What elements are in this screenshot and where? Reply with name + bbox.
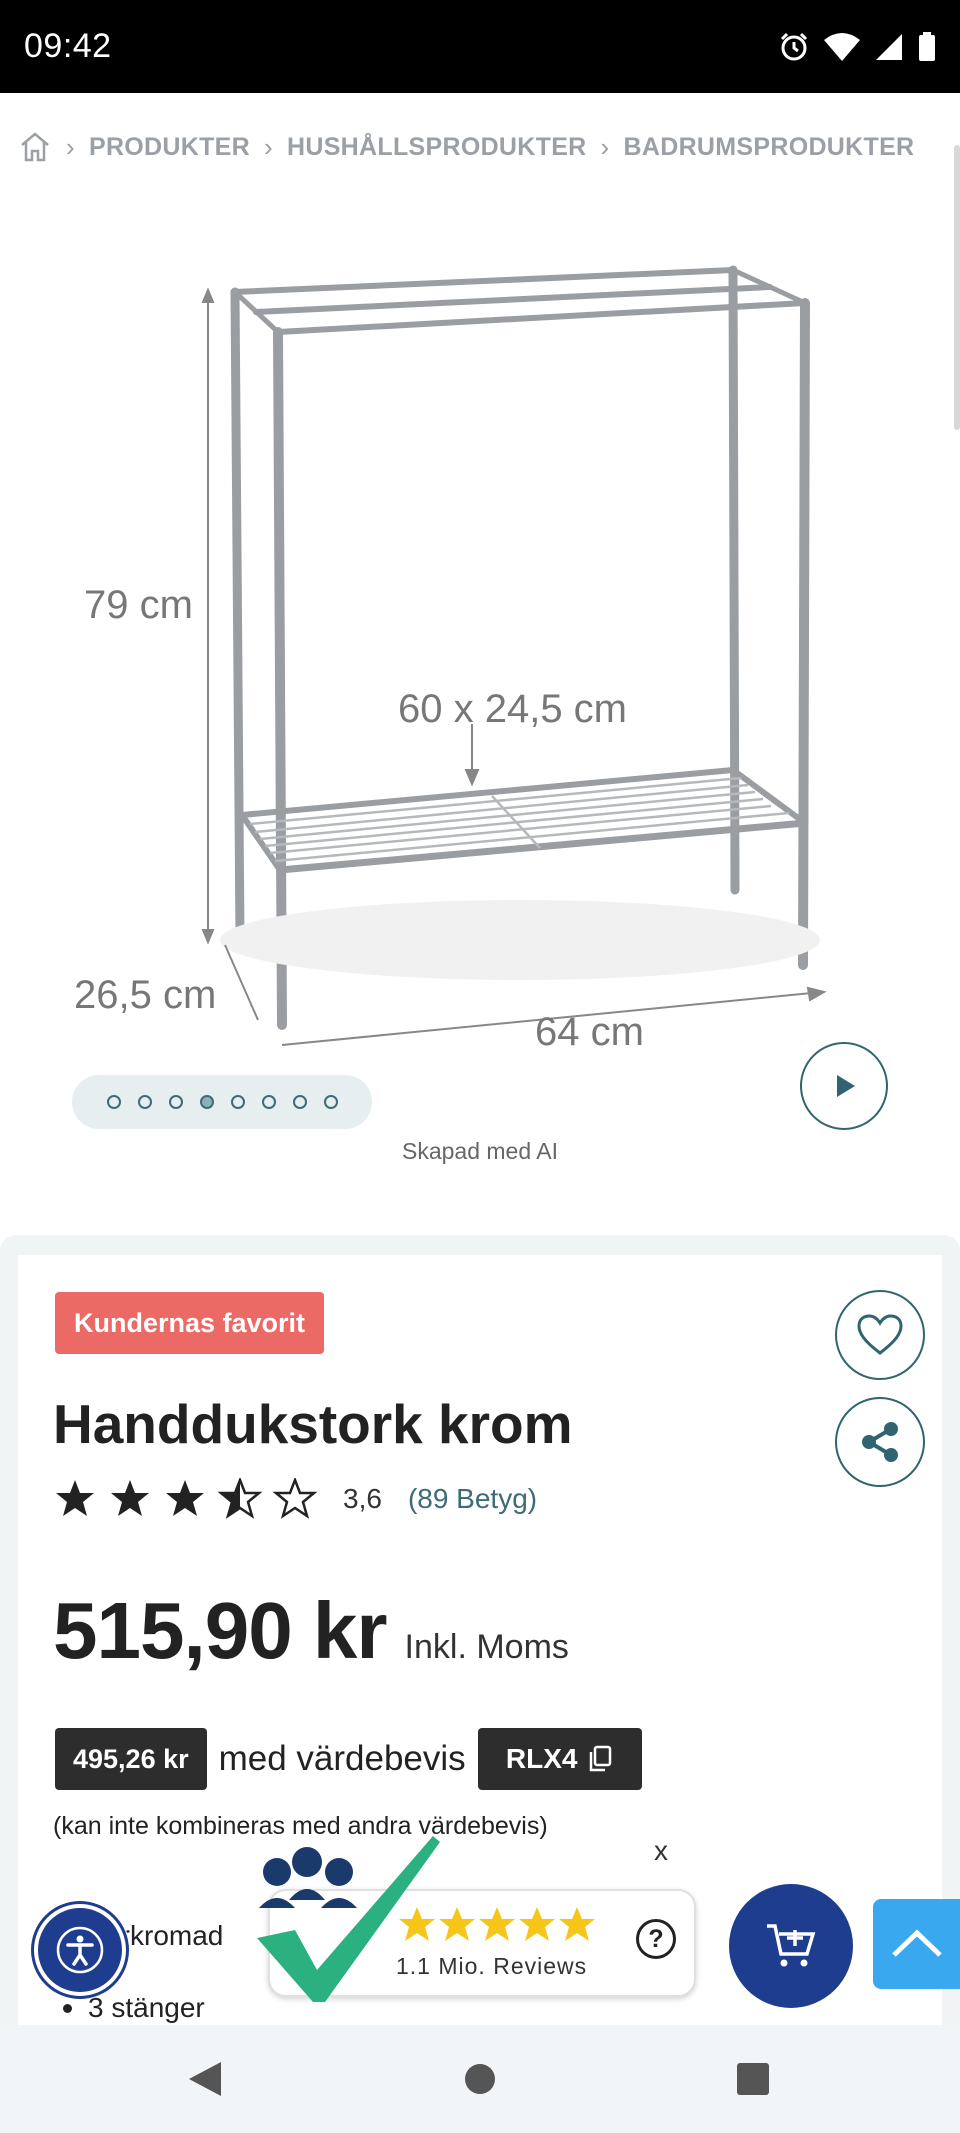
chevron-right-icon: › bbox=[66, 131, 75, 162]
recents-button[interactable] bbox=[718, 2025, 788, 2133]
share-button[interactable] bbox=[835, 1397, 925, 1487]
battery-icon bbox=[919, 31, 935, 61]
breadcrumb-item-badrumsprodukter[interactable]: BADRUMSPRODUKTER bbox=[624, 133, 915, 162]
system-navigation-bar bbox=[0, 2025, 960, 2133]
signal-icon bbox=[876, 33, 902, 60]
reviews-checkmark-logo bbox=[257, 1836, 440, 2002]
recents-icon bbox=[737, 2063, 769, 2095]
breadcrumb-item-produkter[interactable]: PRODUKTER bbox=[89, 133, 250, 162]
price-vat-note: Inkl. Moms bbox=[404, 1628, 569, 1666]
status-icons bbox=[778, 31, 936, 63]
carousel-dots[interactable] bbox=[72, 1075, 372, 1129]
star-rating-icon bbox=[56, 1478, 316, 1518]
breadcrumb-item-hushallsprodukter[interactable]: HUSHÅLLSPRODUKTER bbox=[287, 133, 587, 162]
chevron-right-icon: › bbox=[600, 131, 610, 162]
alarm-icon bbox=[780, 32, 808, 60]
share-icon bbox=[862, 1422, 898, 1462]
play-icon bbox=[837, 1075, 855, 1097]
back-icon bbox=[189, 2062, 221, 2096]
chevron-up-icon bbox=[891, 1929, 942, 1957]
carousel-dot[interactable] bbox=[199, 1095, 214, 1109]
dimension-depth-label: 26,5 cm bbox=[74, 973, 216, 1017]
carousel-dot[interactable] bbox=[230, 1095, 245, 1109]
product-rating[interactable]: 3,6 (89 Betyg) bbox=[55, 1478, 537, 1520]
rating-count-link[interactable]: (89 Betyg) bbox=[408, 1483, 537, 1515]
wishlist-button[interactable] bbox=[835, 1290, 925, 1380]
back-button[interactable] bbox=[170, 2025, 240, 2133]
status-bar: 09:42 bbox=[0, 0, 960, 93]
carousel-dot[interactable] bbox=[261, 1095, 276, 1109]
dimension-width-label: 64 cm bbox=[535, 1010, 644, 1054]
product-price: 515,90 kr bbox=[53, 1586, 388, 1675]
breadcrumb: › PRODUKTER › HUSHÅLLSPRODUKTER › BADRUM… bbox=[18, 125, 914, 169]
accessibility-icon bbox=[56, 1926, 104, 1974]
home-icon[interactable] bbox=[18, 131, 52, 163]
scroll-to-top-button[interactable] bbox=[873, 1899, 960, 1989]
carousel-dot[interactable] bbox=[323, 1095, 338, 1109]
copy-icon bbox=[590, 1745, 612, 1772]
wifi-icon bbox=[824, 32, 860, 61]
add-to-cart-icon bbox=[767, 1924, 816, 1967]
chevron-right-icon: › bbox=[264, 131, 273, 162]
product-image[interactable]: 79 cm 60 x 24,5 cm 26,5 cm 64 cm bbox=[0, 240, 960, 1060]
dimension-shelf-label: 60 x 24,5 cm bbox=[398, 687, 627, 731]
voucher-text: med värdebevis bbox=[218, 1739, 466, 1778]
dimension-height-label: 79 cm bbox=[84, 583, 193, 627]
voucher-price: 495,26 kr bbox=[55, 1728, 207, 1790]
price-row: 515,90 kr Inkl. Moms bbox=[53, 1585, 569, 1677]
rating-value: 3,6 bbox=[343, 1483, 382, 1514]
reviews-widget-close-button[interactable]: x bbox=[654, 1835, 668, 1867]
voucher-row: 495,26 kr med värdebevis RLX4 bbox=[55, 1728, 642, 1790]
home-button[interactable] bbox=[445, 2025, 515, 2133]
accessibility-button[interactable] bbox=[30, 1900, 130, 2000]
help-icon[interactable]: ? bbox=[636, 1919, 676, 1959]
voucher-code: RLX4 bbox=[505, 1743, 578, 1774]
add-to-cart-button[interactable] bbox=[729, 1884, 853, 2008]
heart-icon bbox=[857, 1314, 903, 1355]
voucher-code-button[interactable]: RLX4 bbox=[477, 1728, 642, 1790]
status-time: 09:42 bbox=[24, 27, 112, 65]
carousel-dot[interactable] bbox=[168, 1095, 183, 1109]
product-title: Handdukstork krom bbox=[53, 1393, 573, 1455]
carousel-dot[interactable] bbox=[292, 1095, 307, 1109]
carousel-dot[interactable] bbox=[106, 1095, 121, 1109]
ai-generated-note: Skapad med AI bbox=[402, 1138, 558, 1164]
favorite-badge: Kundernas favorit bbox=[55, 1292, 325, 1354]
play-video-button[interactable] bbox=[800, 1042, 888, 1130]
home-circle-icon bbox=[465, 2064, 495, 2094]
carousel-dot[interactable] bbox=[137, 1095, 152, 1109]
